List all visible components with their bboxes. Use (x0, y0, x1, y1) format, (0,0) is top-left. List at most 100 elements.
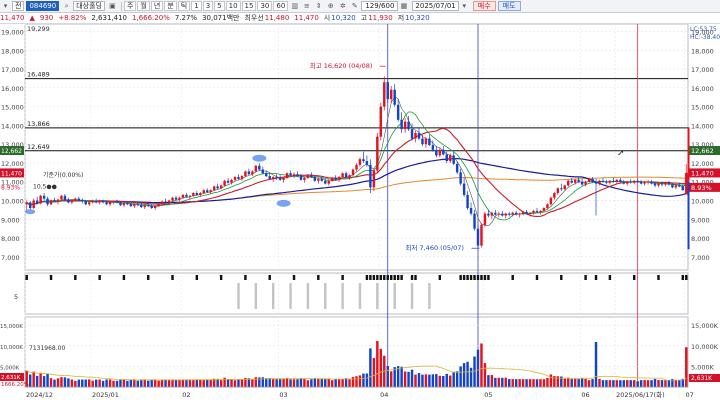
candle-body (223, 180, 226, 186)
candle-body (601, 180, 605, 182)
period-week-button[interactable]: 주 (123, 1, 137, 11)
volume-bar (598, 378, 601, 387)
volume-bar (251, 379, 254, 387)
candle-body (626, 181, 629, 184)
volume-bar (265, 378, 268, 387)
candle-body (480, 224, 483, 246)
sell-button[interactable]: 매도 (497, 1, 521, 11)
price-chart[interactable]: 7,000 7,000 8,000 8,000 9,000 9,000 10,000 10,0… (0, 24, 720, 404)
candle-body (181, 194, 185, 198)
candle-body (369, 164, 372, 188)
candle-body (501, 213, 504, 216)
minute-30-button[interactable]: 30 (257, 1, 273, 11)
minute-3-button[interactable]: 3 (202, 1, 214, 11)
volume-bar (462, 363, 466, 387)
date-field[interactable]: 2025/07/01 (412, 1, 459, 11)
dropdown-chevron-icon[interactable]: ▾ (0, 1, 11, 11)
change-amount: 930 (39, 14, 54, 22)
candle-body (365, 161, 369, 165)
volume-right-label: 2,631K (691, 375, 713, 382)
signal-bar-black (376, 275, 379, 280)
x-axis-label: 2025/06/17(화) (616, 391, 665, 399)
stock-code-input[interactable]: 084690 (26, 1, 60, 11)
period-year-button[interactable]: 년 (150, 1, 164, 11)
date-picker-icon[interactable]: ▾ (459, 1, 470, 11)
stock-name-field[interactable]: 대상홀딩 (73, 1, 105, 11)
scale-icon[interactable]: ⇕ (313, 1, 324, 11)
candle-type-icon[interactable]: ▥ (289, 1, 300, 11)
minute-5-button[interactable]: 5 (214, 1, 225, 11)
signal-bar-black (480, 275, 483, 280)
lock-icon[interactable]: ▣ (107, 1, 118, 11)
minute-15-button[interactable]: 15 (241, 1, 257, 11)
minute-10-button[interactable]: 10 (225, 1, 241, 11)
volume-bar (181, 379, 185, 387)
price-tick-label-right: 14,000 (691, 122, 714, 130)
volume-bar (657, 380, 660, 387)
candle-body (518, 213, 521, 215)
signal-bar-gray (271, 283, 275, 309)
period-month-button[interactable]: 월 (137, 1, 150, 11)
candle-body (150, 206, 153, 209)
settings-icon[interactable]: ✲ (337, 1, 348, 11)
volume-bar (226, 379, 230, 387)
market-selector[interactable]: 전 (12, 1, 25, 11)
drawing-icon[interactable]: ✎ (349, 1, 360, 11)
volume-bar (133, 379, 136, 387)
zoom-icon[interactable]: ⊕ (325, 1, 336, 11)
volume-bar (327, 378, 330, 387)
candle-body (275, 177, 278, 178)
signal-bar-black (386, 275, 389, 280)
candle-body (483, 213, 487, 225)
candle-body (452, 155, 455, 164)
top-left-price-label: 19,299 (27, 25, 50, 33)
minute-60-button[interactable]: 60 (273, 1, 289, 11)
price-level-label: 12,649 (27, 143, 50, 151)
volume-bar (355, 376, 358, 387)
buy-button[interactable]: 매수 (472, 1, 496, 11)
left-value-label: 11,470 (1, 170, 22, 177)
volume-bar (622, 380, 625, 387)
search-icon[interactable]: ⌕ (61, 1, 72, 11)
candle-body (348, 175, 351, 178)
candle-body (185, 194, 188, 197)
signal-bar-black (195, 275, 199, 280)
candle-body (219, 185, 223, 189)
volume-bar (70, 379, 74, 387)
best-bid-value: 11,470 (294, 14, 319, 22)
candle-body (643, 182, 646, 184)
period-minute-button[interactable]: 분 (164, 1, 177, 11)
price-tick-label-right: 18,000 (691, 47, 714, 55)
calendar-icon[interactable]: ▦ (398, 1, 409, 11)
candle-body (549, 197, 553, 205)
volume-bar (393, 367, 396, 387)
candle-body (344, 173, 348, 178)
volume-avg-label: 7131968.00 (29, 345, 65, 352)
x-axis-label: 06 (581, 391, 589, 399)
minute-1-button[interactable]: 1 (191, 1, 202, 11)
candle-body (674, 185, 678, 188)
volume-bar (521, 379, 525, 387)
candle-body (563, 185, 566, 190)
candle-body (199, 193, 202, 195)
data-count-field[interactable]: 129/600 (361, 1, 399, 11)
candle-body (271, 177, 275, 179)
candle-body (636, 180, 639, 182)
candle-body (417, 132, 421, 139)
volume-bar (313, 378, 317, 387)
volume-bar (143, 379, 146, 387)
candle-body (233, 177, 237, 180)
candle-body (230, 179, 233, 183)
candle-body (410, 129, 414, 139)
volume-bar (337, 379, 341, 387)
volume-bar (372, 358, 376, 387)
candle-body (577, 179, 580, 182)
volume-bar (414, 374, 417, 387)
left-percent-label: 8.93% (1, 184, 20, 191)
period-tick-button[interactable]: 틱 (177, 1, 191, 11)
open-value: 10,320 (331, 14, 356, 22)
highlight-ellipse (276, 199, 291, 207)
signal-bar-black (171, 275, 174, 280)
indicator-icon[interactable]: ≡ (301, 1, 312, 11)
candle-body (494, 212, 497, 215)
